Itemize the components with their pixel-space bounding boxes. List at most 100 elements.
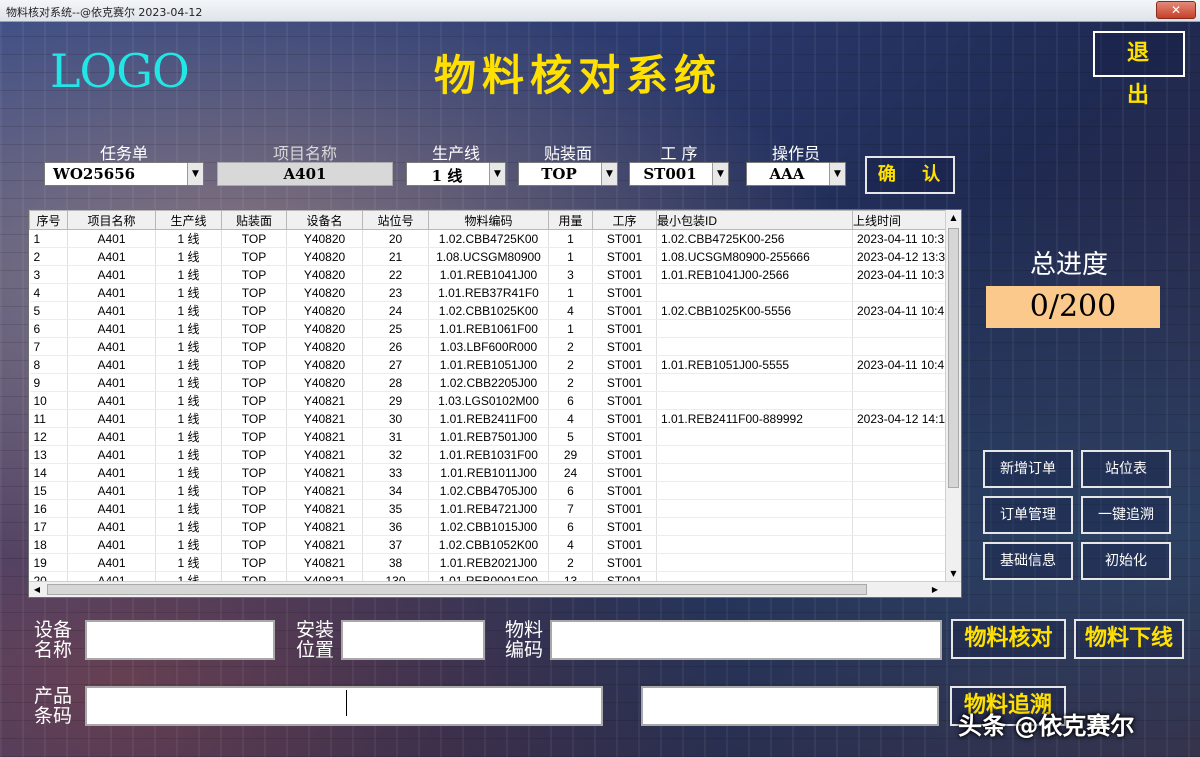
task-label: 任务单 [99, 144, 148, 163]
material-check-button[interactable]: 物料核对 [951, 619, 1066, 659]
table-row[interactable]: 19 A401 1 线 TOP Y40821 38 1.01.REB2021J00 2 ST00… [29, 553, 947, 572]
table-row[interactable]: 14 A401 1 线 TOP Y40821 33 1.01.REB1011J00 24 ST0… [29, 463, 947, 482]
chevron-down-icon[interactable]: ▼ [601, 163, 617, 185]
column-header[interactable]: 上线时间 [852, 210, 947, 230]
table-cell: 3 [548, 265, 593, 284]
column-header[interactable]: 生产线 [155, 210, 222, 230]
scroll-thumb[interactable] [948, 228, 959, 488]
column-header[interactable]: 序号 [29, 210, 68, 230]
chevron-down-icon[interactable]: ▼ [489, 163, 505, 185]
side-label: 贴装面 [543, 144, 592, 163]
chevron-down-icon[interactable]: ▼ [712, 163, 728, 185]
table-cell: 1.02.CBB4725K00 [428, 229, 549, 248]
table-cell: 17 [29, 517, 68, 536]
close-button[interactable]: ✕ [1156, 1, 1196, 19]
table-cell: 2023-04-11 10:3 [852, 229, 947, 248]
material-offline-button[interactable]: 物料下线 [1074, 619, 1184, 659]
order-management-button[interactable]: 订单管理 [983, 496, 1073, 534]
material-code-label: 物料编码 [505, 619, 544, 661]
table-row[interactable]: 10 A401 1 线 TOP Y40821 29 1.03.LGS0102M00 6 ST00… [29, 391, 947, 410]
one-click-trace-button[interactable]: 一键追溯 [1081, 496, 1171, 534]
table-row[interactable]: 8 A401 1 线 TOP Y40820 27 1.01.REB1051J00 2 ST001… [29, 355, 947, 374]
basic-info-button[interactable]: 基础信息 [983, 542, 1073, 580]
table-row[interactable]: 7 A401 1 线 TOP Y40820 26 1.03.LBF600R000 2 ST001 [29, 337, 947, 356]
chevron-down-icon[interactable]: ▼ [187, 163, 203, 185]
task-select[interactable]: WO25656 ▼ [44, 162, 204, 186]
table-cell: 37 [362, 535, 429, 554]
scroll-up-icon[interactable]: ▲ [946, 210, 961, 226]
material-code-input[interactable] [550, 620, 942, 660]
column-header[interactable]: 设备名 [286, 210, 363, 230]
device-name-input[interactable] [85, 620, 275, 660]
table-cell: Y40820 [286, 229, 363, 248]
table-cell: ST001 [592, 301, 657, 320]
station-table-button[interactable]: 站位表 [1081, 450, 1171, 488]
column-header[interactable]: 用量 [548, 210, 593, 230]
table-cell: 1 线 [155, 373, 222, 392]
table-cell: 4 [548, 301, 593, 320]
column-header[interactable]: 站位号 [362, 210, 429, 230]
table-cell [656, 499, 853, 518]
table-cell: 2 [548, 373, 593, 392]
table-cell: 35 [362, 499, 429, 518]
table-cell: ST001 [592, 319, 657, 338]
table-row[interactable]: 15 A401 1 线 TOP Y40821 34 1.02.CBB4705J00 6 ST00… [29, 481, 947, 500]
table-cell: 1 线 [155, 283, 222, 302]
scroll-right-icon[interactable]: ▶ [927, 582, 943, 597]
side-select[interactable]: TOP ▼ [518, 162, 618, 186]
table-cell [656, 445, 853, 464]
table-cell: 1 线 [155, 445, 222, 464]
initialize-button[interactable]: 初始化 [1081, 542, 1171, 580]
table-cell: 1.01.REB1041J00 [428, 265, 549, 284]
horizontal-scrollbar[interactable]: ◀ ▶ [29, 581, 961, 597]
chevron-down-icon[interactable]: ▼ [829, 163, 845, 185]
process-select[interactable]: ST001 ▼ [629, 162, 729, 186]
table-row[interactable]: 11 A401 1 线 TOP Y40821 30 1.01.REB2411F00 4 ST00… [29, 409, 947, 428]
column-header[interactable]: 物料编码 [428, 210, 549, 230]
table-cell: 38 [362, 553, 429, 572]
operator-select[interactable]: AAA ▼ [746, 162, 846, 186]
table-cell: 1.01.REB1051J00-5555 [656, 355, 853, 374]
trace-input[interactable] [641, 686, 939, 726]
line-select[interactable]: 1 线 ▼ [406, 162, 506, 186]
install-position-label: 安装位置 [296, 619, 335, 661]
table-row[interactable]: 13 A401 1 线 TOP Y40821 32 1.01.REB1031F00 29 ST0… [29, 445, 947, 464]
table-row[interactable]: 16 A401 1 线 TOP Y40821 35 1.01.REB4721J00 7 ST00… [29, 499, 947, 518]
material-table[interactable]: 序号 项目名称 生产线 贴装面 设备名 站位号 物料编码 用量 工序 最小包装ID 上线时间 1 A4… [28, 209, 962, 598]
exit-button[interactable]: 退 出 [1093, 31, 1185, 108]
vertical-scrollbar[interactable]: ▲ ▼ [945, 210, 961, 582]
table-row[interactable]: 12 A401 1 线 TOP Y40821 31 1.01.REB7501J00 5 ST00… [29, 427, 947, 446]
table-cell [852, 499, 947, 518]
table-row[interactable]: 9 A401 1 线 TOP Y40820 28 1.02.CBB2205J00 2 ST001 [29, 373, 947, 392]
table-cell: A401 [67, 427, 156, 446]
table-cell: 16 [29, 499, 68, 518]
column-header[interactable]: 项目名称 [67, 210, 156, 230]
scroll-left-icon[interactable]: ◀ [29, 582, 45, 597]
scroll-down-icon[interactable]: ▼ [946, 566, 961, 582]
table-row[interactable]: 1 A401 1 线 TOP Y40820 20 1.02.CBB4725K00 1 ST001… [29, 229, 947, 248]
table-row[interactable]: 18 A401 1 线 TOP Y40821 37 1.02.CBB1052K00 4 ST00… [29, 535, 947, 554]
new-order-button[interactable]: 新增订单 [983, 450, 1073, 488]
column-header[interactable]: 贴装面 [221, 210, 287, 230]
table-cell [852, 319, 947, 338]
table-row[interactable]: 17 A401 1 线 TOP Y40821 36 1.02.CBB1015J00 6 ST00… [29, 517, 947, 536]
table-row[interactable]: 2 A401 1 线 TOP Y40820 21 1.08.UCSGM80900 1 ST001… [29, 247, 947, 266]
table-row[interactable]: 4 A401 1 线 TOP Y40820 23 1.01.REB37R41F0 1 ST001 [29, 283, 947, 302]
table-row[interactable]: 6 A401 1 线 TOP Y40820 25 1.01.REB1061F00 1 ST001 [29, 319, 947, 338]
table-cell: Y40821 [286, 499, 363, 518]
column-header[interactable]: 工序 [592, 210, 657, 230]
column-header[interactable]: 最小包装ID [656, 210, 853, 230]
table-cell [656, 463, 853, 482]
table-cell: ST001 [592, 337, 657, 356]
table-cell: 34 [362, 481, 429, 500]
table-cell: 27 [362, 355, 429, 374]
table-cell: 1 线 [155, 337, 222, 356]
table-cell: Y40821 [286, 391, 363, 410]
install-position-input[interactable] [341, 620, 485, 660]
scroll-thumb-horizontal[interactable] [47, 584, 867, 595]
table-row[interactable]: 3 A401 1 线 TOP Y40820 22 1.01.REB1041J00 3 ST001… [29, 265, 947, 284]
table-row[interactable]: 5 A401 1 线 TOP Y40820 24 1.02.CBB1025K00 4 ST001… [29, 301, 947, 320]
table-cell [852, 463, 947, 482]
product-barcode-input[interactable] [85, 686, 603, 726]
confirm-button[interactable]: 确 认 [865, 156, 955, 194]
